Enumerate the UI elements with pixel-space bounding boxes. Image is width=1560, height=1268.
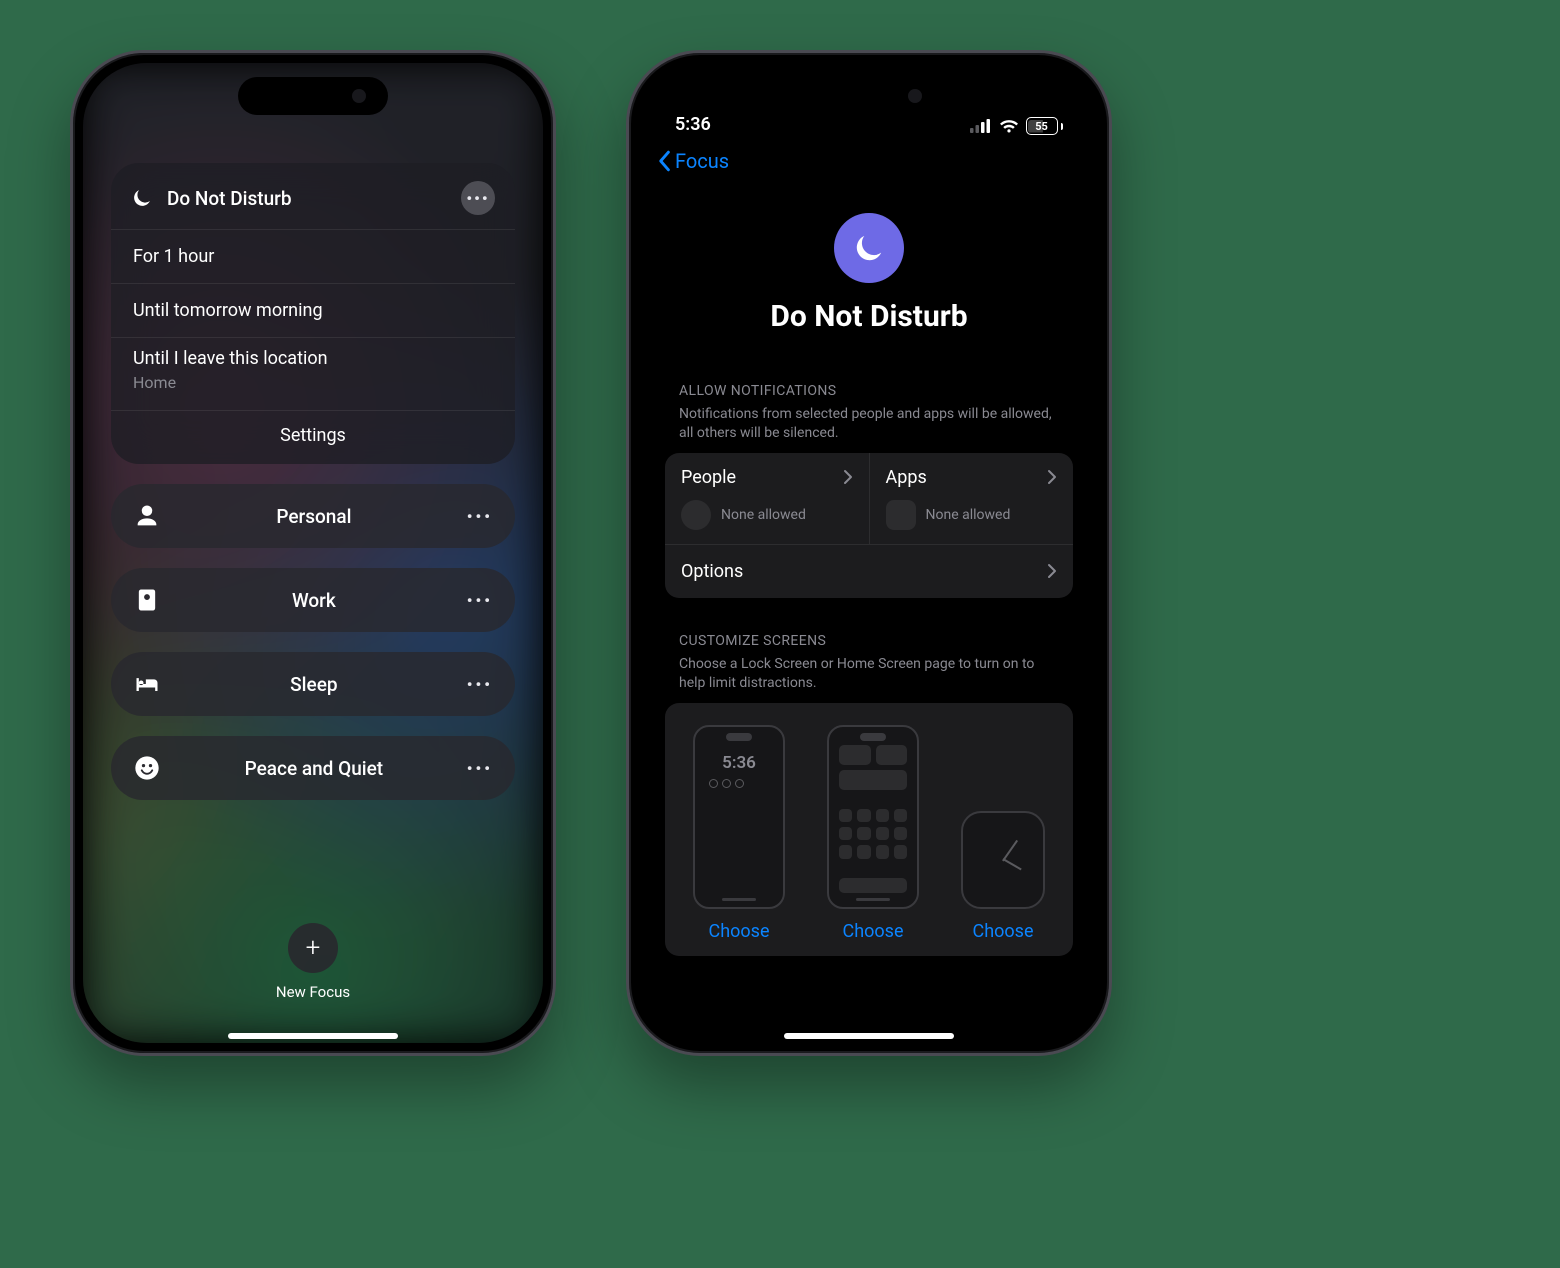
section-desc: Choose a Lock Screen or Home Screen page…: [665, 653, 1073, 703]
focus-label: Peace and Quiet: [179, 757, 449, 780]
focus-label: Work: [179, 589, 449, 612]
badge-icon: [133, 586, 161, 614]
dnd-option-1-hour[interactable]: For 1 hour: [111, 229, 515, 283]
ellipsis-icon[interactable]: •••: [467, 591, 493, 610]
power-button: [553, 353, 556, 473]
people-none: None allowed: [721, 507, 806, 523]
moon-icon: [131, 187, 153, 209]
dnd-settings-button[interactable]: Settings: [111, 410, 515, 464]
volume-up-button: [626, 323, 629, 403]
focus-label: Sleep: [179, 673, 449, 696]
options-label: Options: [681, 561, 743, 582]
customize-screens-section: CUSTOMIZE SCREENS Choose a Lock Screen o…: [665, 633, 1073, 956]
app-placeholder: [886, 500, 916, 530]
dnd-header-row[interactable]: Do Not Disturb •••: [111, 163, 515, 229]
apps-cell[interactable]: Apps None allowed: [870, 453, 1074, 544]
cellular-icon: [970, 119, 992, 133]
new-focus-button[interactable]: + New Focus: [83, 923, 543, 1001]
moon-icon: [834, 213, 904, 283]
apps-none: None allowed: [926, 507, 1011, 523]
options-row[interactable]: Options: [665, 544, 1073, 598]
ellipsis-icon[interactable]: •••: [467, 675, 493, 694]
allow-card: People None allowed Apps: [665, 453, 1073, 598]
choose-button[interactable]: Choose: [709, 921, 770, 942]
people-cell[interactable]: People None allowed: [665, 453, 870, 544]
page-hero: Do Not Disturb: [639, 213, 1099, 334]
power-button: [1109, 353, 1112, 473]
people-label: People: [681, 467, 736, 488]
section-desc: Notifications from selected people and a…: [665, 403, 1073, 453]
volume-down-button: [626, 423, 629, 503]
phone-control-center: Do Not Disturb ••• For 1 hour Until tomo…: [70, 50, 556, 1056]
wifi-icon: [999, 119, 1019, 133]
chevron-right-icon: [843, 469, 853, 485]
status-time: 5:36: [675, 114, 711, 135]
focus-mode-peace-quiet[interactable]: Peace and Quiet •••: [111, 736, 515, 800]
page-title: Do Not Disturb: [639, 299, 1099, 334]
section-header: CUSTOMIZE SCREENS: [665, 633, 1073, 653]
chevron-right-icon: [1047, 563, 1057, 579]
plus-icon: +: [288, 923, 338, 973]
focus-mode-work[interactable]: Work •••: [111, 568, 515, 632]
watch-preview: [961, 811, 1045, 909]
watch-face-option[interactable]: Choose: [961, 725, 1045, 942]
section-header: ALLOW NOTIFICATIONS: [665, 383, 1073, 403]
apps-label: Apps: [886, 467, 927, 488]
avatar-placeholder: [681, 500, 711, 530]
home-screen-preview: [827, 725, 919, 909]
back-button[interactable]: Focus: [657, 149, 729, 173]
home-indicator[interactable]: [228, 1033, 398, 1039]
phone-settings-dnd: 5:36 55: [626, 50, 1112, 1056]
ellipsis-icon[interactable]: •••: [467, 759, 493, 778]
battery-icon: 55: [1026, 117, 1064, 135]
dynamic-island: [238, 77, 388, 115]
silent-switch: [70, 253, 73, 297]
ellipsis-icon[interactable]: •••: [461, 181, 495, 215]
dnd-location-sub: Home: [133, 373, 493, 392]
dnd-option-leave-location[interactable]: Until I leave this location Home: [111, 337, 515, 410]
new-focus-label: New Focus: [83, 983, 543, 1001]
do-not-disturb-card: Do Not Disturb ••• For 1 hour Until tomo…: [111, 163, 515, 464]
chevron-right-icon: [1047, 469, 1057, 485]
smile-icon: [133, 754, 161, 782]
silent-switch: [626, 253, 629, 297]
volume-up-button: [70, 323, 73, 403]
focus-label: Personal: [179, 505, 449, 528]
lock-screen-option[interactable]: 5:36 Choose: [693, 725, 785, 942]
screens-card: 5:36 Choose: [665, 703, 1073, 956]
focus-mode-personal[interactable]: Personal •••: [111, 484, 515, 548]
person-icon: [133, 502, 161, 530]
focus-mode-sleep[interactable]: Sleep •••: [111, 652, 515, 716]
home-screen-option[interactable]: Choose: [827, 725, 919, 942]
back-label: Focus: [675, 149, 729, 173]
home-indicator[interactable]: [784, 1033, 954, 1039]
dnd-title: Do Not Disturb: [167, 187, 447, 210]
choose-button[interactable]: Choose: [843, 921, 904, 942]
lock-preview-time: 5:36: [695, 753, 783, 773]
choose-button[interactable]: Choose: [973, 921, 1034, 942]
dnd-option-tomorrow-morning[interactable]: Until tomorrow morning: [111, 283, 515, 337]
dynamic-island: [794, 77, 944, 115]
dnd-location-label: Until I leave this location: [133, 348, 328, 369]
lock-screen-preview: 5:36: [693, 725, 785, 909]
allow-notifications-section: ALLOW NOTIFICATIONS Notifications from s…: [665, 383, 1073, 598]
volume-down-button: [70, 423, 73, 503]
bed-icon: [133, 670, 161, 698]
ellipsis-icon[interactable]: •••: [467, 507, 493, 526]
